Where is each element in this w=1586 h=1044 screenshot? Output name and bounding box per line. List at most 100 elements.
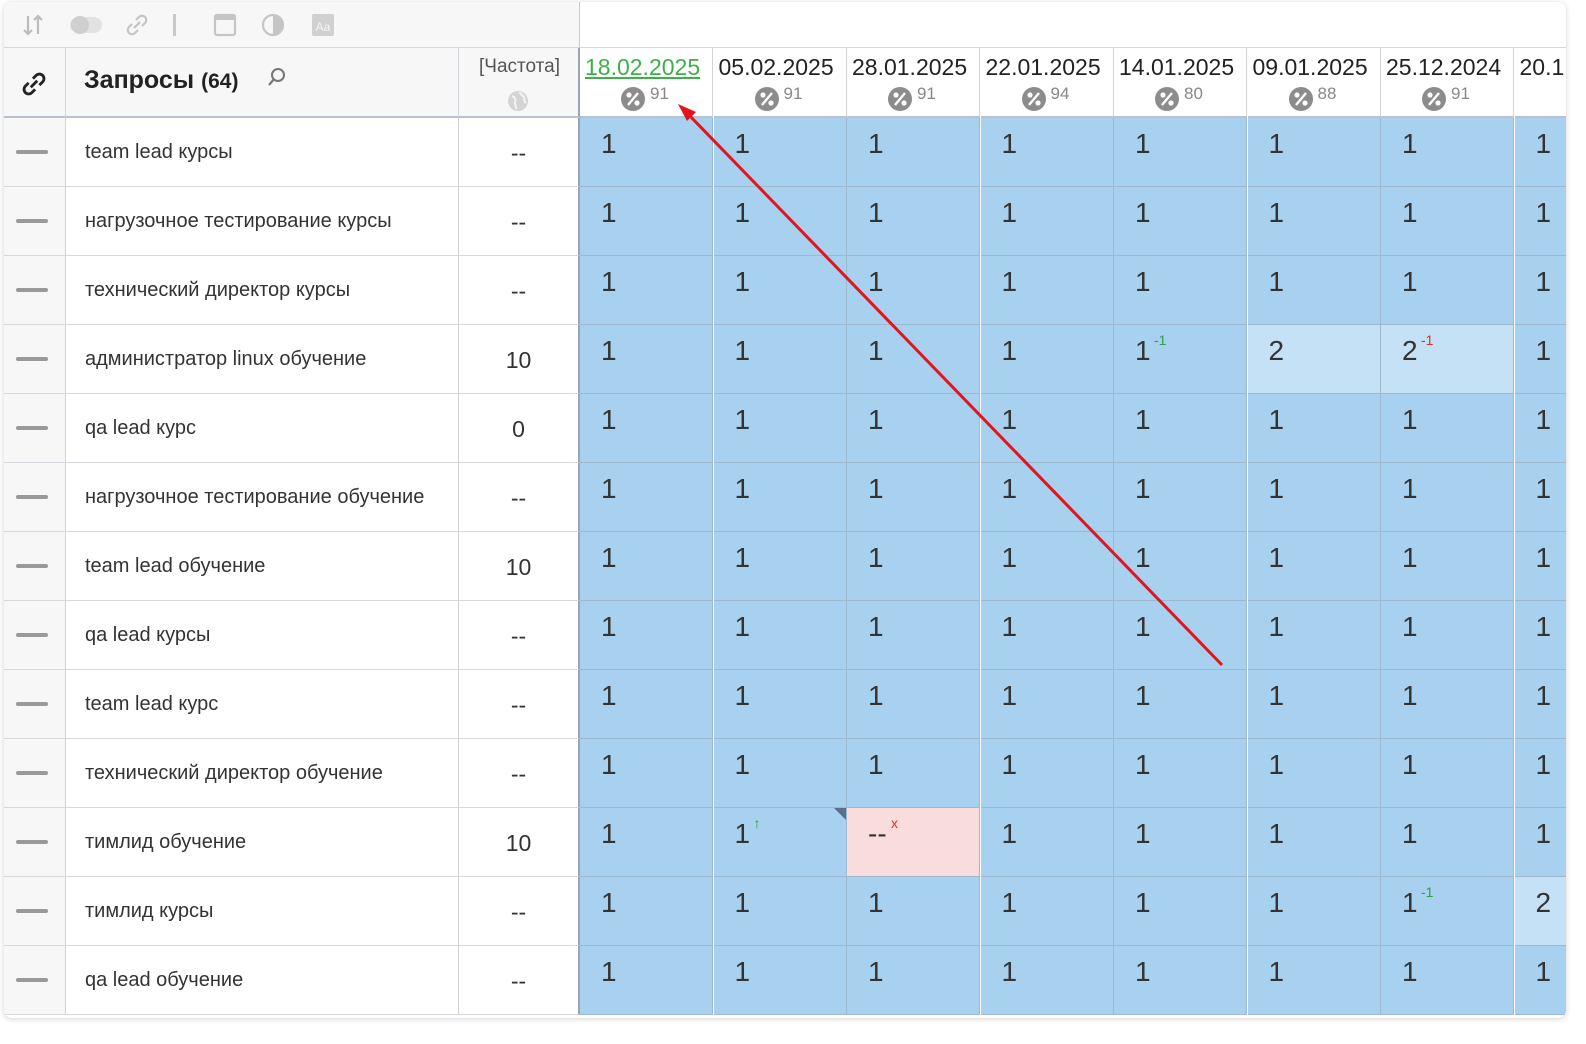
position-cell[interactable]: 1 [1381,946,1514,1015]
position-cell[interactable]: 1 [1514,325,1566,394]
position-cell[interactable]: 1 [847,670,980,739]
position-cell[interactable]: 1 [580,394,713,463]
position-cell[interactable]: 1 [580,325,713,394]
position-cell[interactable]: 1 [980,256,1114,325]
position-cell[interactable]: 1 [1114,946,1247,1015]
position-cell[interactable]: 1 [1247,739,1381,808]
position-cell[interactable]: 1 [713,394,847,463]
date-column-header[interactable]: 25.12.2024 91 [1381,48,1514,118]
position-cell[interactable]: 1 [1514,739,1566,808]
sort-icon[interactable] [20,12,46,38]
position-cell[interactable]: 1 [1247,670,1381,739]
position-cell[interactable]: 1 [580,463,713,532]
position-cell[interactable]: 1 [713,463,847,532]
position-cell[interactable]: 1 [1114,118,1247,187]
position-cell[interactable]: 1 [1114,394,1247,463]
row-drag-handle[interactable] [4,946,66,1015]
date-label[interactable]: 18.02.2025 [585,54,700,81]
position-cell[interactable]: 2 [1247,325,1381,394]
position-cell[interactable]: 1 [713,256,847,325]
position-cell[interactable]: 1 [847,739,980,808]
position-cell[interactable]: 1 [713,739,847,808]
date-label[interactable]: 14.01.2025 [1119,54,1234,81]
date-label[interactable]: 09.01.2025 [1253,54,1368,81]
position-cell[interactable]: 1 [1381,739,1514,808]
position-cell[interactable]: 1 [1114,463,1247,532]
position-cell[interactable]: 1 [713,601,847,670]
font-icon[interactable]: Aa [310,12,336,38]
date-column-header[interactable]: 20.1 [1514,48,1566,118]
position-cell[interactable]: 1 [713,325,847,394]
position-cell[interactable]: 1 [1247,808,1381,877]
query-cell[interactable]: тимлид курсы [66,877,459,946]
position-cell[interactable]: 1 [713,946,847,1015]
position-cell[interactable]: 1 [580,187,713,256]
row-drag-handle[interactable] [4,808,66,877]
date-column-header[interactable]: 18.02.2025 91 [580,48,713,118]
position-cell[interactable]: 1 [1114,601,1247,670]
position-cell[interactable]: 1 [1247,394,1381,463]
query-cell[interactable]: нагрузочное тестирование обучение [66,463,459,532]
position-cell[interactable]: 1 [1381,601,1514,670]
query-cell[interactable]: team lead обучение [66,532,459,601]
date-column-header[interactable]: 09.01.2025 88 [1247,48,1381,118]
position-cell[interactable]: 1 [713,877,847,946]
position-cell[interactable]: 1 [847,463,980,532]
position-cell[interactable]: 1 [1247,877,1381,946]
position-cell[interactable]: 1 [580,118,713,187]
position-cell[interactable]: 1 -1 [1381,877,1514,946]
position-cell[interactable]: 1 [580,532,713,601]
position-cell[interactable]: 1 [1381,808,1514,877]
position-cell[interactable]: 1 [580,739,713,808]
position-cell[interactable]: 1 [1381,670,1514,739]
position-cell[interactable]: 1 [1514,256,1566,325]
position-cell[interactable]: 1 [1247,256,1381,325]
row-drag-handle[interactable] [4,325,66,394]
position-cell[interactable]: 1 [847,946,980,1015]
link-column-header[interactable] [4,48,66,118]
query-cell[interactable]: team lead курс [66,670,459,739]
position-cell[interactable]: 1 [713,532,847,601]
position-cell[interactable]: 1 [980,187,1114,256]
row-drag-handle[interactable] [4,463,66,532]
date-column-header[interactable]: 28.01.2025 91 [847,48,980,118]
position-cell[interactable]: 1 [713,670,847,739]
query-cell[interactable]: team lead курсы [66,118,459,187]
row-drag-handle[interactable] [4,187,66,256]
query-cell[interactable]: qa lead обучение [66,946,459,1015]
position-cell[interactable]: 1 [980,946,1114,1015]
position-cell[interactable]: 1 [980,739,1114,808]
position-cell[interactable]: 1 [1114,877,1247,946]
position-cell[interactable]: 1 [847,532,980,601]
query-cell[interactable]: тимлид обучение [66,808,459,877]
date-label[interactable]: 28.01.2025 [852,54,967,81]
position-cell[interactable]: 1 [847,877,980,946]
position-cell[interactable]: -- x [847,808,980,877]
position-cell[interactable]: 1 [580,601,713,670]
queries-column-header[interactable]: Запросы (64) [66,48,459,118]
position-cell[interactable]: 1 [1514,808,1566,877]
position-cell[interactable]: 1 [980,118,1114,187]
position-cell[interactable]: 1 [1114,256,1247,325]
position-cell[interactable]: 1 ↑ [713,808,847,877]
query-cell[interactable]: qa lead курс [66,394,459,463]
position-cell[interactable]: 1 [1514,946,1566,1015]
position-cell[interactable]: 1 [1114,739,1247,808]
position-cell[interactable]: 1 [1381,463,1514,532]
position-cell[interactable]: 1 [1514,532,1566,601]
date-column-header[interactable]: 05.02.2025 91 [713,48,847,118]
position-cell[interactable]: 1 [847,118,980,187]
position-cell[interactable]: 1 [1381,187,1514,256]
position-cell[interactable]: 1 [980,394,1114,463]
position-cell[interactable]: 1 [980,808,1114,877]
position-cell[interactable]: 1 [1247,532,1381,601]
position-cell[interactable]: 1 [1114,532,1247,601]
position-cell[interactable]: 1 [1381,118,1514,187]
position-cell[interactable]: 1 [847,601,980,670]
row-drag-handle[interactable] [4,877,66,946]
position-cell[interactable]: 1 -1 [1114,325,1247,394]
position-cell[interactable]: 1 [580,877,713,946]
position-cell[interactable]: 1 [1381,532,1514,601]
date-label[interactable]: 20.1 [1520,54,1565,81]
position-cell[interactable]: 1 [580,808,713,877]
